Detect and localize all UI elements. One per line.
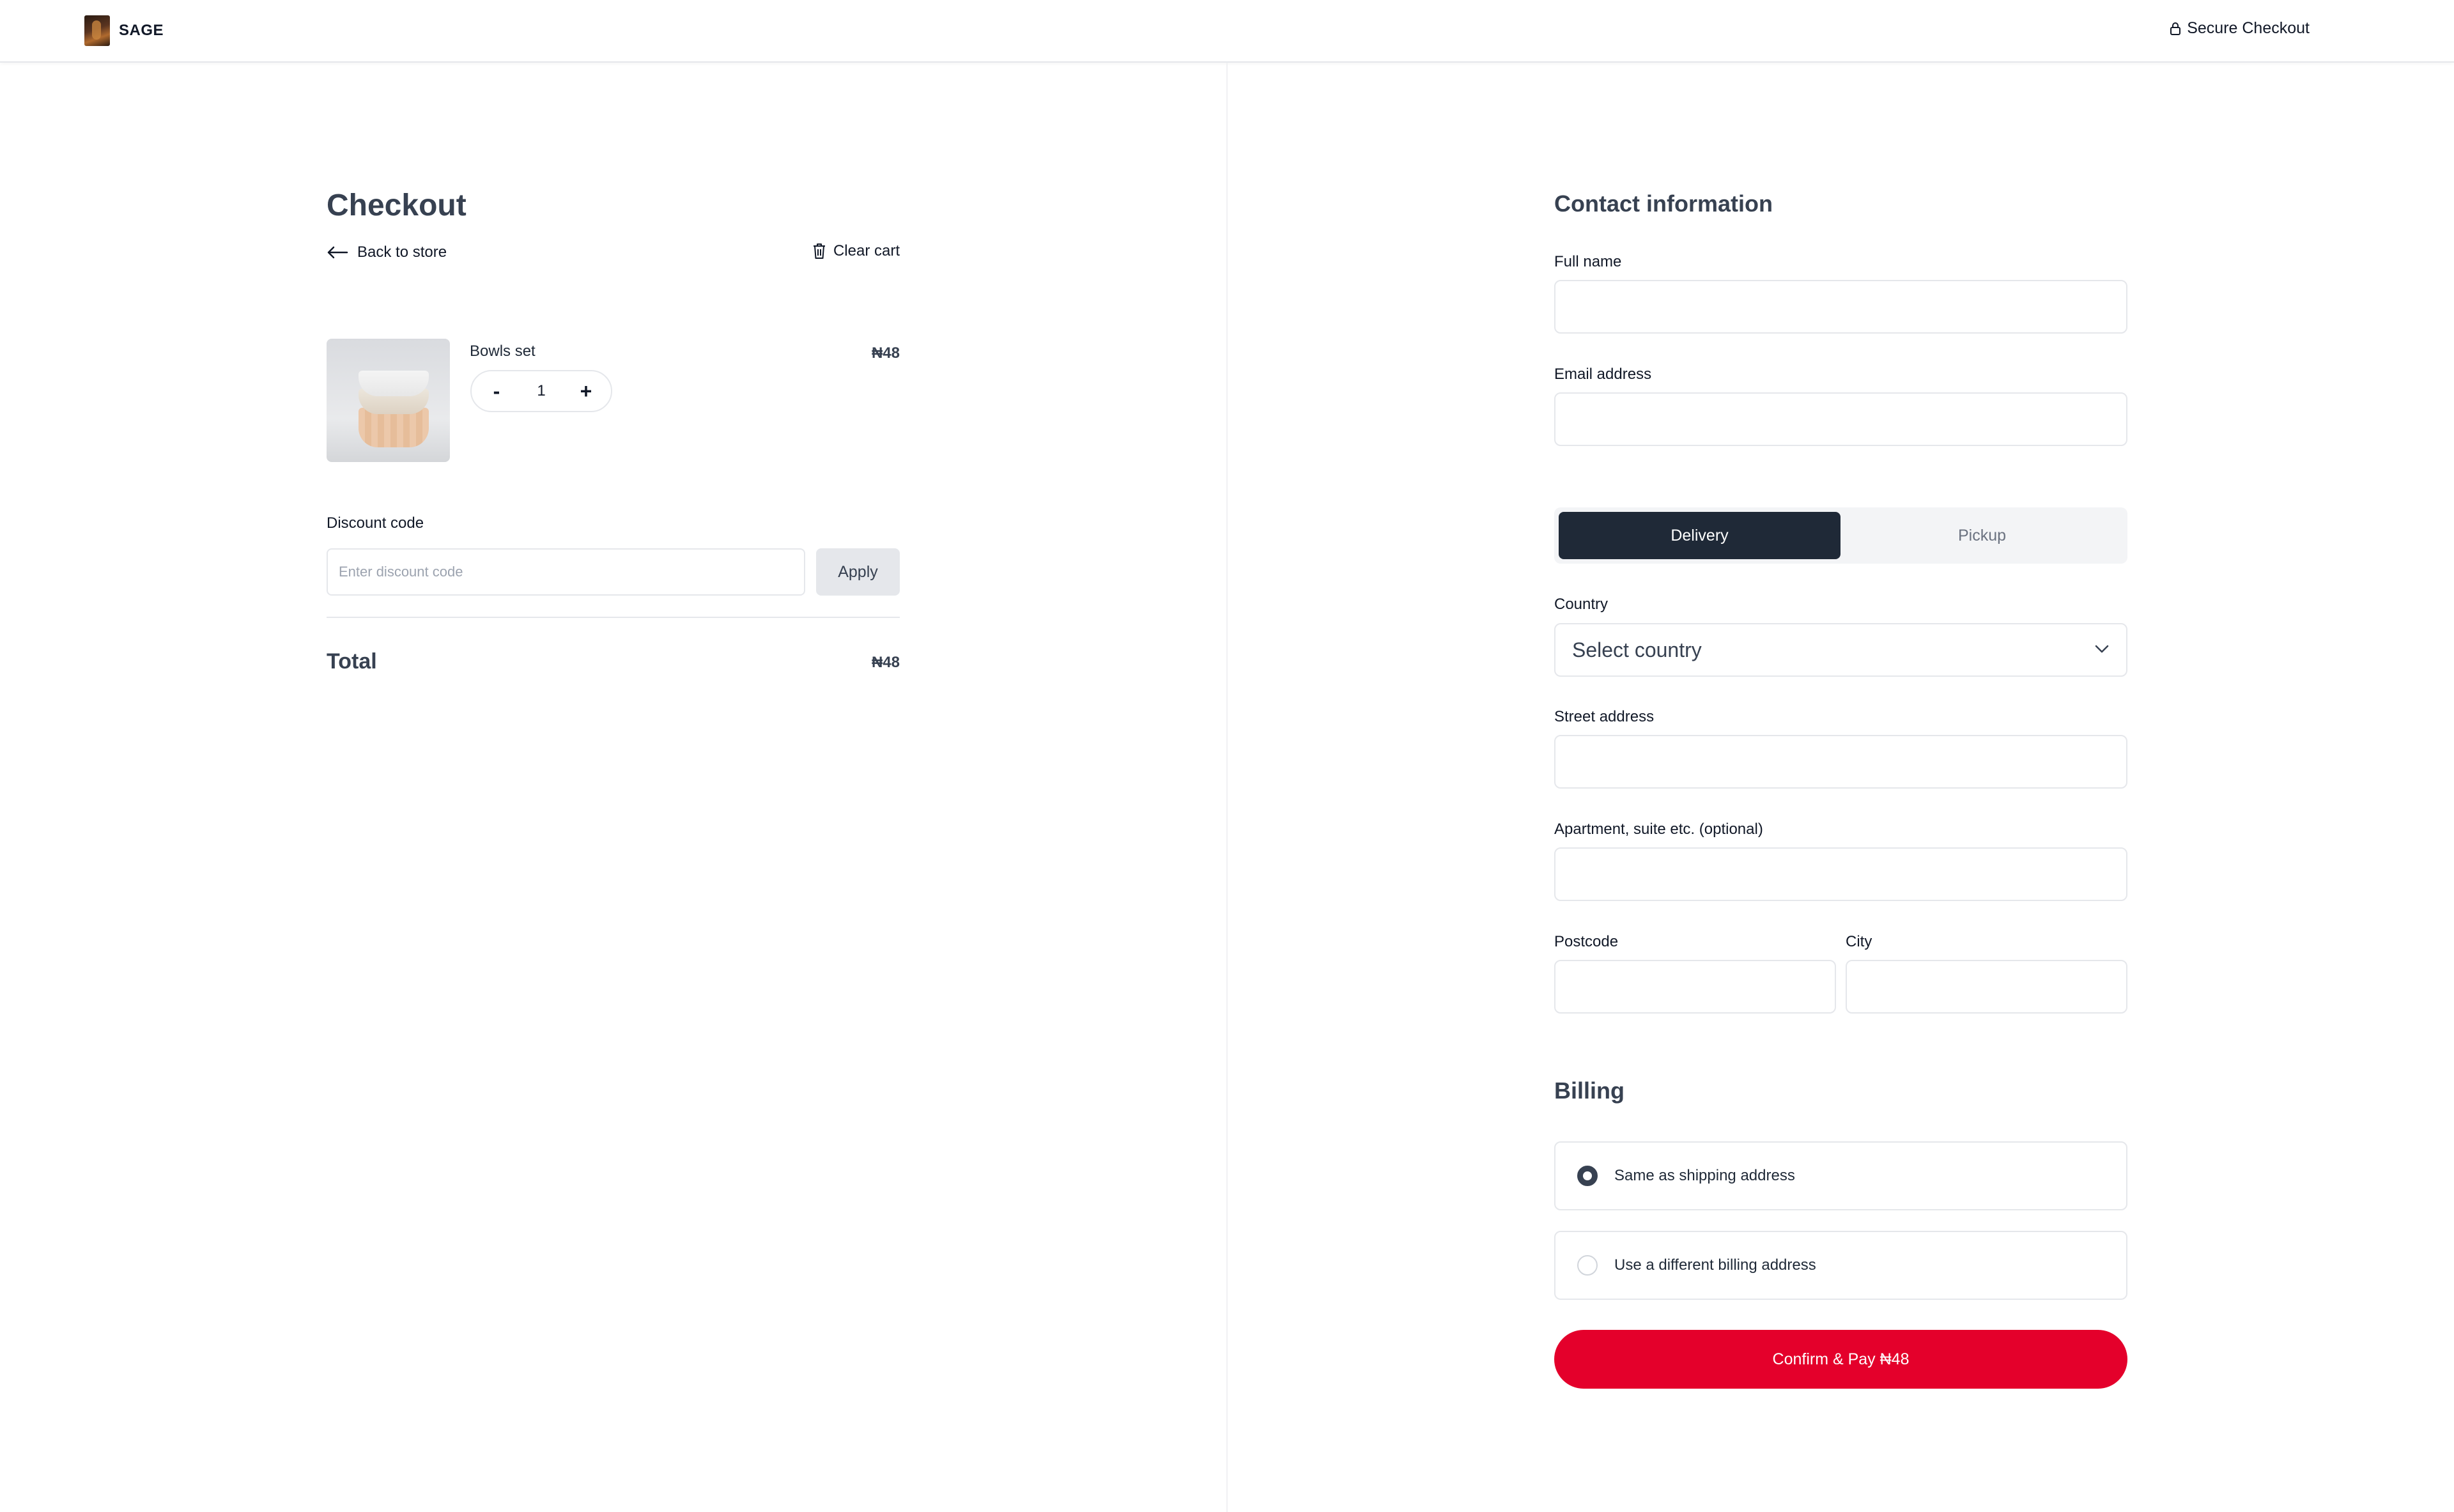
- arrow-left-icon: [327, 246, 348, 259]
- confirm-pay-button[interactable]: Confirm & Pay ₦48: [1554, 1330, 2127, 1389]
- quantity-value: 1: [537, 382, 546, 399]
- product-name: Bowls set: [470, 343, 536, 360]
- decrement-button[interactable]: -: [487, 380, 506, 403]
- product-price: ₦48: [871, 344, 900, 362]
- page-title: Checkout: [327, 189, 467, 222]
- secure-checkout-label: Secure Checkout: [2187, 19, 2310, 37]
- tab-delivery[interactable]: Delivery: [1559, 512, 1840, 559]
- column-divider: [1226, 63, 1228, 1512]
- summary-divider: [327, 617, 900, 618]
- total-value: ₦48: [871, 654, 900, 671]
- full-name-label: Full name: [1554, 253, 1622, 270]
- full-name-input[interactable]: [1554, 280, 2127, 334]
- back-to-store-label: Back to store: [357, 243, 447, 261]
- radio-unchecked[interactable]: [1577, 1255, 1598, 1276]
- discount-code-label: Discount code: [327, 514, 424, 532]
- product-image: [327, 339, 450, 462]
- contact-information-title: Contact information: [1554, 190, 1773, 217]
- brand[interactable]: SAGE: [84, 15, 164, 46]
- country-label: Country: [1554, 596, 1609, 613]
- radio-checked[interactable]: [1577, 1166, 1598, 1186]
- trash-icon: [813, 243, 825, 259]
- email-label: Email address: [1554, 366, 1652, 383]
- billing-option-label: Same as shipping address: [1614, 1167, 1795, 1184]
- increment-button[interactable]: +: [576, 380, 596, 403]
- billing-title: Billing: [1554, 1077, 1624, 1104]
- country-select-value: Select country: [1572, 638, 1702, 661]
- billing-option-different[interactable]: Use a different billing address: [1554, 1231, 2127, 1300]
- street-address-label: Street address: [1554, 708, 1655, 725]
- billing-option-same[interactable]: Same as shipping address: [1554, 1141, 2127, 1210]
- tab-pickup[interactable]: Pickup: [1841, 512, 2123, 559]
- lock-icon: [2170, 22, 2181, 35]
- clear-cart-button[interactable]: Clear cart: [812, 242, 900, 260]
- total-label: Total: [327, 649, 377, 674]
- brand-name: SAGE: [119, 22, 164, 39]
- bowl-shape: [359, 371, 429, 396]
- back-to-store-link[interactable]: Back to store: [327, 243, 447, 261]
- email-input[interactable]: [1554, 392, 2127, 446]
- postcode-input[interactable]: [1554, 960, 1836, 1014]
- street-address-input[interactable]: [1554, 735, 2127, 789]
- top-bar: SAGE Secure Checkout: [0, 0, 2454, 63]
- city-label: City: [1846, 933, 1872, 950]
- country-select[interactable]: Select country: [1554, 623, 2127, 677]
- apartment-label: Apartment, suite etc. (optional): [1554, 821, 1763, 838]
- discount-code-input[interactable]: [327, 548, 805, 596]
- clear-cart-label: Clear cart: [833, 242, 900, 259]
- billing-option-label: Use a different billing address: [1614, 1256, 1816, 1274]
- chevron-down-icon: [2095, 645, 2109, 653]
- secure-checkout-indicator: Secure Checkout: [2170, 19, 2310, 38]
- apartment-input[interactable]: [1554, 847, 2127, 901]
- apply-discount-button[interactable]: Apply: [816, 548, 900, 596]
- delivery-method-toggle: Delivery Pickup: [1554, 507, 2127, 564]
- city-input[interactable]: [1846, 960, 2127, 1014]
- postcode-label: Postcode: [1554, 933, 1619, 950]
- quantity-stepper: - 1 +: [470, 370, 612, 412]
- brand-logo: [84, 15, 110, 46]
